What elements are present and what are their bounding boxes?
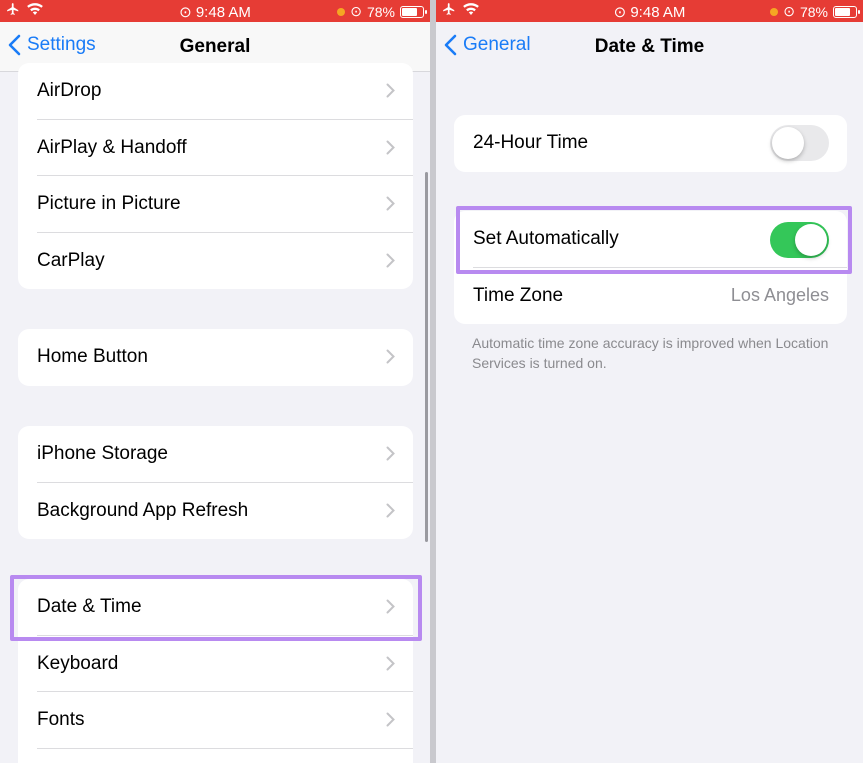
- list-item-time-zone[interactable]: Time Zone Los Angeles: [454, 268, 847, 325]
- list-item-keyboard[interactable]: Keyboard: [18, 636, 413, 693]
- list-item-label: Set Automatically: [473, 228, 619, 249]
- time-zone-value: Los Angeles: [730, 284, 829, 305]
- chevron-right-icon: [386, 599, 395, 619]
- list-item-label: Time Zone: [473, 284, 564, 306]
- toggle-knob: [795, 224, 827, 256]
- footnote: Automatic time zone accuracy is improved…: [472, 335, 829, 371]
- chevron-right-icon: [386, 349, 395, 369]
- list-item-label: CarPlay: [37, 249, 105, 271]
- scrollbar[interactable]: [425, 172, 428, 542]
- battery-icon: [400, 5, 427, 18]
- navigation-bar: General Date & Time: [436, 22, 863, 72]
- settings-group: Date & Time Keyboard Fonts: [18, 579, 413, 763]
- status-time: 9:48 AM: [195, 4, 251, 21]
- settings-group: Set Automatically Time Zone Los Angeles: [454, 211, 847, 324]
- page-title: General: [179, 36, 251, 57]
- list-item-carplay[interactable]: CarPlay: [18, 233, 413, 290]
- toggle-knob: [772, 127, 804, 159]
- chevron-right-icon: [386, 196, 395, 216]
- status-time: 9:48 AM: [630, 4, 686, 21]
- status-bar: ⊙ 9:48 AM ⊙ 78%: [0, 0, 430, 22]
- lock-rotation-icon: ⊙: [179, 4, 192, 21]
- list-item-label: iPhone Storage: [37, 443, 168, 464]
- list-item-label: Picture in Picture: [37, 193, 181, 214]
- status-bar: ⊙ 9:48 AM ⊙ 78%: [436, 0, 863, 22]
- page-title: Date & Time: [594, 36, 705, 57]
- battery-percent: 78%: [366, 3, 395, 20]
- chevron-right-icon: [386, 712, 395, 732]
- chevron-right-icon: [386, 446, 395, 466]
- list-item-date-time[interactable]: Date & Time: [18, 579, 413, 636]
- list-item-label: Fonts: [37, 709, 85, 730]
- list-item-picture-in-picture[interactable]: Picture in Picture: [18, 176, 413, 233]
- lock-rotation-icon: ⊙: [783, 3, 795, 19]
- list-item-airplay-handoff[interactable]: AirPlay & Handoff: [18, 120, 413, 177]
- general-settings-screen: ⊙ 9:48 AM ⊙ 78% Settings General AirDrop…: [0, 0, 430, 763]
- lock-rotation-icon: ⊙: [613, 4, 627, 21]
- list-item-24-hour-time: 24-Hour Time: [454, 115, 847, 172]
- 24-hour-toggle[interactable]: [770, 125, 829, 161]
- chevron-right-icon: [386, 140, 395, 160]
- settings-group: Home Button: [18, 329, 413, 386]
- set-automatically-toggle[interactable]: [770, 222, 829, 258]
- list-item-background-app-refresh[interactable]: Background App Refresh: [18, 483, 413, 540]
- list-item-label: Home Button: [37, 346, 148, 367]
- list-item-airdrop[interactable]: AirDrop: [18, 63, 413, 120]
- settings-group: iPhone Storage Background App Refresh: [18, 426, 413, 539]
- list-item-label: 24-Hour Time: [473, 132, 589, 153]
- list-item-iphone-storage[interactable]: iPhone Storage: [18, 426, 413, 483]
- battery-percent: 78%: [799, 3, 828, 20]
- chevron-right-icon: [386, 83, 395, 103]
- chevron-right-icon: [386, 253, 395, 273]
- settings-group: AirDrop AirPlay & Handoff Picture in Pic…: [18, 63, 413, 289]
- recording-dot-icon: [337, 7, 346, 16]
- settings-group: 24-Hour Time: [454, 115, 847, 172]
- list-item-label: Date & Time: [37, 596, 142, 617]
- recording-dot-icon: [770, 7, 779, 16]
- list-item-label: AirPlay & Handoff: [37, 136, 187, 158]
- battery-icon: [833, 5, 860, 18]
- lock-rotation-icon: ⊙: [350, 3, 362, 19]
- chevron-right-icon: [386, 656, 395, 676]
- list-item-fonts[interactable]: Fonts: [18, 692, 413, 749]
- list-item-label: AirDrop: [37, 80, 102, 101]
- list-item-label: Keyboard: [37, 652, 119, 674]
- list-item-label: Background App Refresh: [37, 499, 249, 521]
- chevron-right-icon: [386, 503, 395, 523]
- date-time-screen: ⊙ 9:48 AM ⊙ 78% General Date & Time 24-H…: [436, 0, 863, 763]
- list-item-home-button[interactable]: Home Button: [18, 329, 413, 386]
- list-item-set-automatically: Set Automatically: [454, 211, 847, 268]
